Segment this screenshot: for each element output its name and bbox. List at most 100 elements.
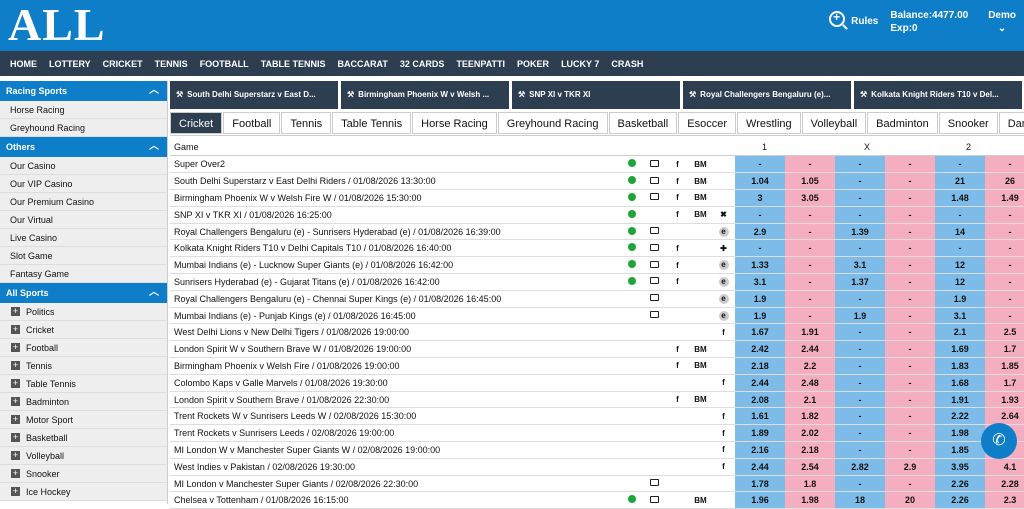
back-odds-cell[interactable]: 3 [735, 189, 785, 207]
event-name[interactable]: Birmingham Phoenix v Welsh Fire / 01/08/… [170, 357, 620, 375]
lay-odds-cell[interactable]: 2.5 [985, 323, 1024, 342]
lay-odds-cell[interactable]: - [985, 156, 1024, 174]
lay-odds-cell[interactable]: 1.49 [985, 189, 1024, 207]
lay-odds-cell[interactable]: - [985, 307, 1024, 325]
back-odds-cell[interactable]: 1.04 [735, 172, 785, 191]
lay-odds-cell[interactable]: - [885, 357, 935, 375]
event-name[interactable]: Royal Challengers Bengaluru (e) - Sunris… [170, 223, 620, 241]
event-tab[interactable]: ⚒ South Delhi Superstarz v East D... [170, 81, 338, 109]
plus-icon[interactable]: + [11, 433, 20, 442]
back-odds-cell[interactable]: - [835, 340, 885, 359]
lay-odds-cell[interactable]: 2.64 [985, 407, 1024, 426]
lay-odds-cell[interactable]: 2.1 [785, 391, 835, 409]
lay-odds-cell[interactable]: 2.28 [985, 475, 1024, 493]
tab-badminton[interactable]: Badminton [867, 112, 938, 134]
event-name[interactable]: West Delhi Lions v New Delhi Tigers / 01… [170, 323, 620, 342]
lay-odds-cell[interactable]: 1.82 [785, 407, 835, 426]
back-odds-cell[interactable]: 1.48 [935, 189, 985, 207]
nav-item-32-cards[interactable]: 32 CARDS [400, 59, 445, 69]
table-row[interactable]: West Indies v Pakistan / 02/08/2026 19:3… [170, 458, 1024, 476]
sidebar-item-football[interactable]: + Football [0, 339, 167, 357]
plus-icon[interactable]: + [11, 487, 20, 496]
back-odds-cell[interactable]: - [935, 156, 985, 174]
sidebar-others-header[interactable]: Others ︿ [0, 137, 167, 157]
lay-odds-cell[interactable]: - [885, 273, 935, 291]
lay-odds-cell[interactable]: - [985, 239, 1024, 258]
lay-odds-cell[interactable]: - [885, 475, 935, 493]
table-row[interactable]: Birmingham Phoenix v Welsh Fire / 01/08/… [170, 357, 1024, 375]
back-odds-cell[interactable]: - [835, 407, 885, 426]
nav-item-table-tennis[interactable]: TABLE TENNIS [261, 59, 326, 69]
nav-item-football[interactable]: FOOTBALL [200, 59, 249, 69]
back-odds-cell[interactable]: 1.83 [935, 357, 985, 375]
tab-cricket[interactable]: Cricket [170, 112, 223, 134]
lay-odds-cell[interactable]: - [885, 323, 935, 342]
event-name[interactable]: Sunrisers Hyderabad (e) - Gujarat Titans… [170, 273, 620, 291]
lay-odds-cell[interactable]: - [885, 189, 935, 207]
lay-odds-cell[interactable]: - [985, 206, 1024, 224]
table-row[interactable]: Royal Challengers Bengaluru (e) - Sunris… [170, 223, 1024, 241]
lay-odds-cell[interactable]: 2.02 [785, 424, 835, 443]
table-row[interactable]: London Spirit v Southern Brave / 01/08/2… [170, 391, 1024, 409]
back-odds-cell[interactable]: 1.9 [835, 307, 885, 325]
back-odds-cell[interactable]: 3.95 [935, 458, 985, 476]
back-odds-cell[interactable]: 1.33 [735, 256, 785, 275]
table-row[interactable]: Royal Challengers Bengaluru (e) - Chenna… [170, 290, 1024, 308]
lay-odds-cell[interactable]: - [785, 156, 835, 174]
event-name[interactable]: Chelsea v Tottenham / 01/08/2026 16:15:0… [170, 491, 620, 509]
back-odds-cell[interactable]: 3.1 [935, 307, 985, 325]
table-row[interactable]: Kolkata Knight Riders T10 v Delhi Capita… [170, 239, 1024, 258]
lay-odds-cell[interactable]: - [885, 256, 935, 275]
event-tab[interactable]: ⚒ Kolkata Knight Riders T10 v Del... [854, 81, 1022, 109]
sidebar-item-politics[interactable]: + Politics [0, 303, 167, 321]
back-odds-cell[interactable]: 21 [935, 172, 985, 191]
lay-odds-cell[interactable]: - [885, 441, 935, 459]
user-menu[interactable]: Demo ⌄ [988, 9, 1016, 35]
event-name[interactable]: MI London W v Manchester Super Giants W … [170, 441, 620, 459]
back-odds-cell[interactable]: - [835, 374, 885, 392]
tab-horse-racing[interactable]: Horse Racing [412, 112, 497, 134]
plus-icon[interactable]: + [11, 307, 20, 316]
tab-esoccer[interactable]: Esoccer [678, 112, 737, 134]
event-name[interactable]: Trent Rockets v Sunrisers Leeds / 02/08/… [170, 424, 620, 443]
table-row[interactable]: London Spirit W v Southern Brave W / 01/… [170, 340, 1024, 359]
lay-odds-cell[interactable]: - [785, 239, 835, 258]
back-odds-cell[interactable]: - [835, 323, 885, 342]
table-row[interactable]: Super Over2 f BM - - - - - - [170, 156, 1024, 174]
plus-icon[interactable]: + [11, 415, 20, 424]
table-row[interactable]: Trent Rockets v Sunrisers Leeds / 02/08/… [170, 424, 1024, 443]
lay-odds-cell[interactable]: - [985, 290, 1024, 308]
lay-odds-cell[interactable]: - [985, 256, 1024, 275]
event-name[interactable]: Colombo Kaps v Galle Marvels / 01/08/202… [170, 374, 620, 392]
back-odds-cell[interactable]: 1.68 [935, 374, 985, 392]
search-plus-icon[interactable] [829, 10, 846, 27]
lay-odds-cell[interactable]: - [885, 239, 935, 258]
lay-odds-cell[interactable]: 1.91 [785, 323, 835, 342]
lay-odds-cell[interactable]: - [885, 391, 935, 409]
lay-odds-cell[interactable]: - [885, 223, 935, 241]
lay-odds-cell[interactable]: 20 [885, 491, 935, 509]
back-odds-cell[interactable]: 18 [835, 491, 885, 509]
lay-odds-cell[interactable]: 1.7 [985, 340, 1024, 359]
back-odds-cell[interactable]: - [935, 206, 985, 224]
lay-odds-cell[interactable]: - [885, 374, 935, 392]
lay-odds-cell[interactable]: - [785, 273, 835, 291]
table-row[interactable]: Sunrisers Hyderabad (e) - Gujarat Titans… [170, 273, 1024, 291]
back-odds-cell[interactable]: 1.9 [735, 290, 785, 308]
lay-odds-cell[interactable]: 1.98 [785, 491, 835, 509]
back-odds-cell[interactable]: - [835, 189, 885, 207]
back-odds-cell[interactable]: 1.67 [735, 323, 785, 342]
event-name[interactable]: MI London v Manchester Super Giants / 02… [170, 475, 620, 493]
sidebar-item-our-vip-casino[interactable]: Our VIP Casino [0, 175, 167, 193]
plus-icon[interactable]: + [11, 325, 20, 334]
nav-item-lucky-7[interactable]: LUCKY 7 [561, 59, 599, 69]
event-name[interactable]: Birmingham Phoenix W v Welsh Fire W / 01… [170, 189, 620, 207]
lay-odds-cell[interactable]: - [885, 424, 935, 443]
back-odds-cell[interactable]: 12 [935, 256, 985, 275]
chevron-up-icon[interactable]: ︿ [149, 81, 159, 101]
back-odds-cell[interactable]: 3.1 [735, 273, 785, 291]
user-name[interactable]: Demo [988, 10, 1016, 21]
nav-item-home[interactable]: HOME [10, 59, 37, 69]
lay-odds-cell[interactable]: - [885, 407, 935, 426]
event-name[interactable]: Royal Challengers Bengaluru (e) - Chenna… [170, 290, 620, 308]
